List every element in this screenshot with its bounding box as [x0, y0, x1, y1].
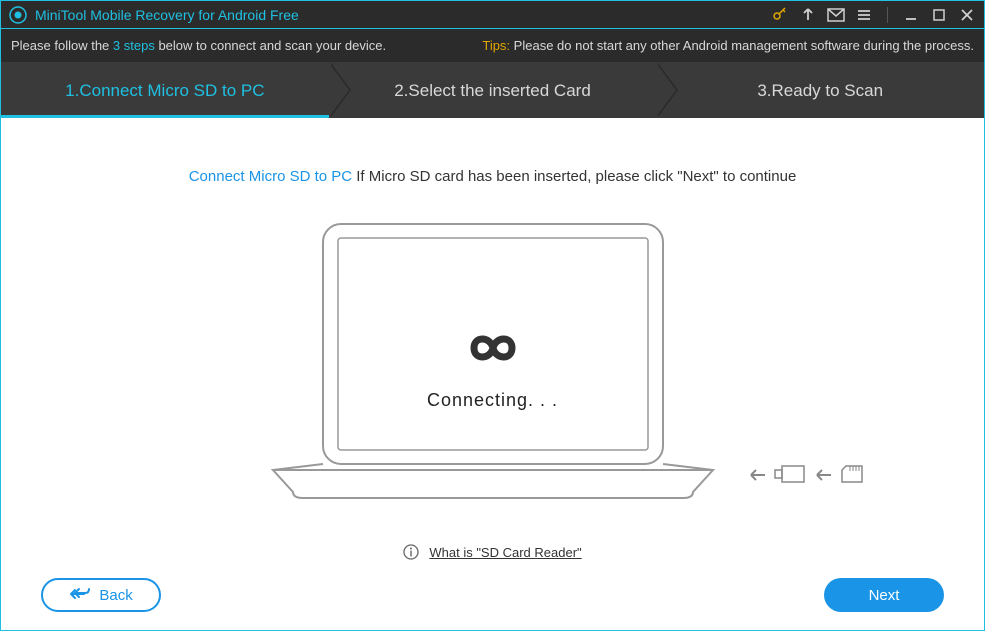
infobar-left: Please follow the 3 steps below to conne… — [11, 38, 482, 53]
illustration: Connecting. . . — [1, 220, 984, 500]
instruction-rest: If Micro SD card has been inserted, plea… — [352, 168, 796, 185]
step-3-label: 3.Ready to Scan — [757, 81, 883, 101]
footer-buttons: Back Next — [1, 578, 984, 612]
upgrade-icon[interactable] — [799, 6, 817, 24]
infobar-pre: Please follow the — [11, 38, 113, 53]
step-3[interactable]: 3.Ready to Scan — [656, 63, 984, 118]
close-icon[interactable] — [958, 6, 976, 24]
loading-icon — [1, 328, 984, 368]
step-1-label: 1.Connect Micro SD to PC — [65, 81, 264, 101]
step-arrow-icon — [656, 63, 676, 117]
instruction-link: Connect Micro SD to PC — [189, 168, 352, 185]
titlebar: MiniTool Mobile Recovery for Android Fre… — [1, 1, 984, 29]
titlebar-controls — [771, 6, 976, 24]
insert-icons — [748, 464, 864, 489]
back-label: Back — [99, 587, 132, 604]
step-2-label: 2.Select the inserted Card — [394, 81, 591, 101]
infobar-right: Tips: Please do not start any other Andr… — [482, 38, 974, 53]
divider — [887, 7, 888, 23]
step-2[interactable]: 2.Select the inserted Card — [329, 63, 657, 118]
infobar-highlight: 3 steps — [113, 38, 155, 53]
next-label: Next — [869, 587, 900, 604]
tips-text: Please do not start any other Android ma… — [514, 38, 974, 53]
arrow-left-icon — [814, 468, 832, 486]
content-area: Connect Micro SD to PC If Micro SD card … — [1, 118, 984, 630]
back-button[interactable]: Back — [41, 578, 161, 612]
maximize-icon[interactable] — [930, 6, 948, 24]
info-icon — [403, 544, 419, 560]
arrow-left-icon — [748, 468, 766, 486]
status-text: Connecting. . . — [1, 390, 984, 411]
app-title: MiniTool Mobile Recovery for Android Fre… — [35, 7, 299, 23]
infobar-post: below to connect and scan your device. — [155, 38, 386, 53]
key-icon[interactable] — [771, 6, 789, 24]
step-arrow-icon — [329, 63, 349, 117]
next-button[interactable]: Next — [824, 578, 944, 612]
mail-icon[interactable] — [827, 6, 845, 24]
stepbar: 1.Connect Micro SD to PC 2.Select the in… — [1, 63, 984, 118]
instruction-text: Connect Micro SD to PC If Micro SD card … — [1, 168, 984, 185]
titlebar-left: MiniTool Mobile Recovery for Android Fre… — [9, 6, 771, 24]
tips-label: Tips: — [482, 38, 513, 53]
minimize-icon[interactable] — [902, 6, 920, 24]
app-window: MiniTool Mobile Recovery for Android Fre… — [0, 0, 985, 631]
help-row: What is "SD Card Reader" — [1, 544, 984, 560]
infobar: Please follow the 3 steps below to conne… — [1, 29, 984, 63]
step-1[interactable]: 1.Connect Micro SD to PC — [1, 63, 329, 118]
help-link[interactable]: What is "SD Card Reader" — [429, 545, 581, 560]
back-arrow-icon — [69, 586, 91, 604]
usb-reader-icon — [774, 464, 806, 489]
sd-card-icon — [840, 464, 864, 489]
app-logo-icon — [9, 6, 27, 24]
menu-icon[interactable] — [855, 6, 873, 24]
